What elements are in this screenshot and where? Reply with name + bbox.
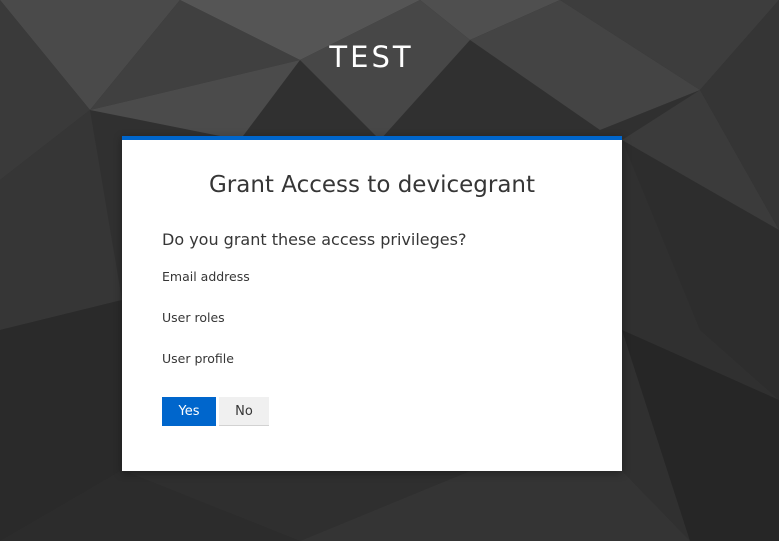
consent-question: Do you grant these access privileges? [162,230,467,249]
privilege-item-roles: User roles [162,310,225,325]
no-button[interactable]: No [219,397,269,426]
yes-button[interactable]: Yes [162,397,216,426]
realm-title: TEST [329,40,414,74]
privilege-list: Email address User roles User profile [162,268,250,391]
page-title: Grant Access to devicegrant [208,172,536,198]
consent-card: Grant Access to devicegrant Do you grant… [122,136,622,471]
privilege-item-email: Email address [162,269,250,284]
privilege-item-profile: User profile [162,351,234,366]
button-group: Yes No [162,397,269,426]
login-page: TEST Grant Access to devicegrant Do you … [0,0,779,541]
